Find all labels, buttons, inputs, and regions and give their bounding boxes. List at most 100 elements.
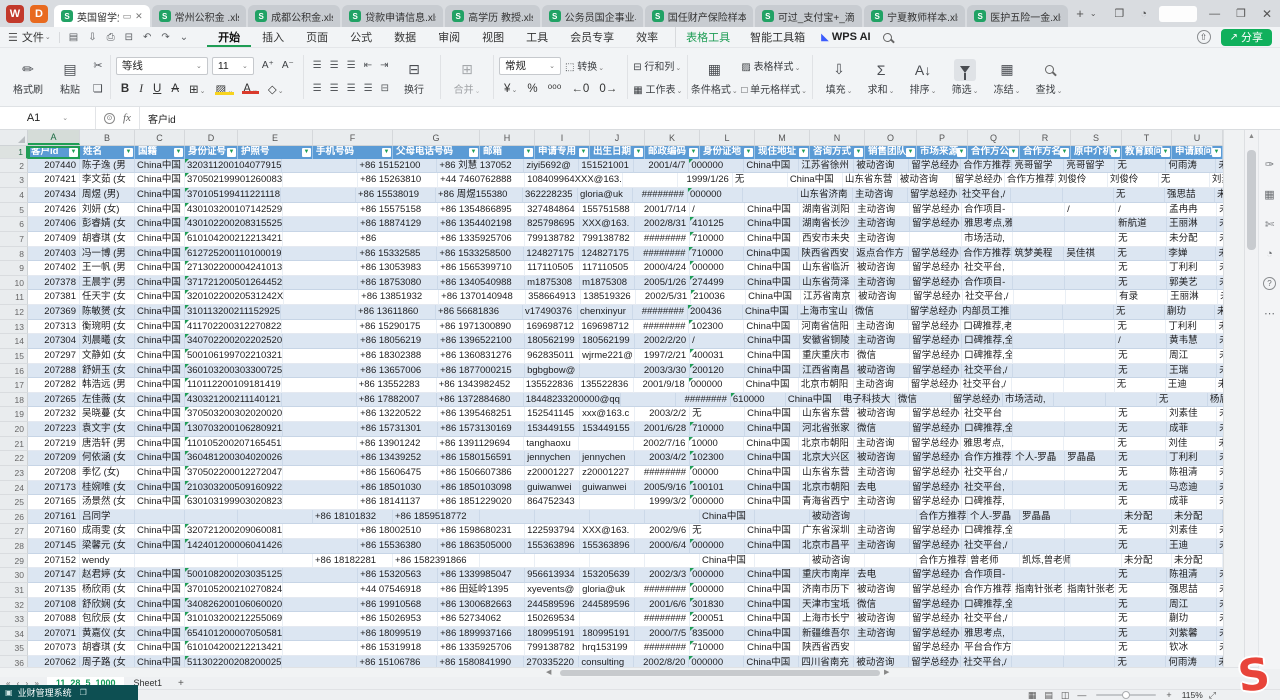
export-icon[interactable]: ⇩: [83, 32, 101, 43]
cell[interactable]: 平台合作方: [962, 641, 1013, 656]
cell[interactable]: 207313: [28, 320, 80, 335]
cell[interactable]: +86 13611860: [356, 305, 436, 320]
cell[interactable]: 207369: [28, 305, 80, 320]
cell[interactable]: 207160: [28, 524, 80, 539]
share-button[interactable]: ↗ 分享: [1221, 29, 1272, 46]
cell[interactable]: China中国: [135, 481, 185, 496]
theme-icon[interactable]: ◔: [1132, 8, 1155, 20]
cell[interactable]: +86 15319918: [358, 641, 438, 656]
cell[interactable]: China中国: [135, 247, 185, 262]
cell[interactable]: 微信: [855, 598, 910, 613]
strikethrough-button[interactable]: A: [166, 83, 184, 95]
cell[interactable]: China中国: [135, 407, 185, 422]
cell[interactable]: [283, 495, 358, 510]
cell[interactable]: ########: [635, 583, 690, 598]
cell[interactable]: 610104200212213421: [185, 232, 283, 247]
cell[interactable]: [1065, 524, 1116, 539]
cell[interactable]: 微信: [855, 422, 910, 437]
cell[interactable]: [1065, 481, 1116, 496]
cell[interactable]: 市场活动,: [1003, 393, 1054, 408]
cell[interactable]: 110105200207165451: [185, 437, 282, 452]
cell[interactable]: 留学总经办: [908, 305, 960, 320]
cell[interactable]: [1012, 437, 1064, 452]
cell[interactable]: 留学总经办: [910, 422, 962, 437]
filter-dropdown-button[interactable]: ▼: [227, 148, 236, 157]
cell[interactable]: +86 15536380: [358, 539, 438, 554]
zoom-out-button[interactable]: —: [1073, 690, 1090, 700]
cell[interactable]: 未分配: [1216, 159, 1223, 174]
cell[interactable]: [283, 583, 358, 598]
cell[interactable]: 500106199702210321: [185, 349, 283, 364]
cell[interactable]: 主动咨询: [855, 466, 910, 481]
cell[interactable]: China中国: [744, 437, 799, 452]
cell[interactable]: 被动咨询: [810, 510, 865, 525]
cell[interactable]: 留学总经办: [953, 173, 1005, 188]
cell[interactable]: 任天宇 (女: [80, 290, 135, 305]
cell[interactable]: [621, 393, 676, 408]
ribbon-tab-审阅[interactable]: 审阅: [427, 27, 471, 47]
cell[interactable]: 117110505: [525, 261, 580, 276]
cell[interactable]: 主动咨询: [855, 203, 910, 218]
cell[interactable]: [1065, 495, 1116, 510]
cell[interactable]: 合作方推荐: [917, 510, 968, 525]
cell[interactable]: 主动咨询: [855, 495, 910, 510]
cell[interactable]: /: [1116, 203, 1167, 218]
cell[interactable]: 000000: [689, 159, 744, 174]
cell[interactable]: China中国: [135, 641, 185, 656]
cell[interactable]: China中国: [744, 159, 799, 174]
cell[interactable]: 370105200210270824: [185, 583, 283, 598]
row-number[interactable]: 29: [0, 554, 28, 569]
cell[interactable]: 207108: [28, 598, 80, 613]
cell[interactable]: 000000: [689, 378, 744, 393]
cell[interactable]: 无: [1116, 641, 1167, 656]
cell[interactable]: 北京市朝阳: [799, 378, 854, 393]
row-number[interactable]: 15: [0, 349, 28, 364]
cell[interactable]: [743, 188, 798, 203]
cell[interactable]: +86 1565399710: [438, 261, 525, 276]
cell[interactable]: [283, 422, 358, 437]
cell[interactable]: +86 田延岭1395: [438, 583, 525, 598]
cell[interactable]: 天津市宝坻: [800, 598, 855, 613]
cell[interactable]: +86 1372884680: [437, 393, 524, 408]
tab-table-tools[interactable]: 表格工具: [676, 29, 740, 45]
layout-icon[interactable]: ❐: [1107, 7, 1133, 20]
cell[interactable]: +86 1300682663: [438, 598, 525, 613]
align-left-icon[interactable]: ☰: [309, 83, 326, 94]
cell[interactable]: 文静如 (女: [80, 349, 135, 364]
row-number[interactable]: 23: [0, 466, 28, 481]
cell[interactable]: 郭美艺: [1167, 276, 1217, 291]
cell[interactable]: 被动咨询: [855, 364, 910, 379]
cell[interactable]: [1063, 305, 1114, 320]
cell[interactable]: 未分配: [1216, 247, 1223, 262]
cell[interactable]: ########: [634, 320, 689, 335]
cell[interactable]: 陈子逸 (男: [80, 159, 135, 174]
cell[interactable]: 留学总经办: [911, 290, 963, 305]
cell[interactable]: +86 15731301: [358, 422, 438, 437]
cell[interactable]: 山东省东营: [800, 466, 855, 481]
filter-dropdown-button[interactable]: ▼: [469, 148, 478, 157]
cell[interactable]: [185, 510, 238, 525]
cell[interactable]: +86 13439252: [358, 451, 438, 466]
cell[interactable]: 无: [1116, 364, 1167, 379]
cell[interactable]: [1065, 641, 1116, 656]
cell[interactable]: 835000: [690, 627, 745, 642]
filter-dropdown-button[interactable]: ▼: [524, 148, 533, 157]
cell[interactable]: 马恋迪: [1167, 481, 1217, 496]
cell[interactable]: 未分配: [1215, 305, 1223, 320]
cell[interactable]: [283, 349, 358, 364]
cell[interactable]: China中国: [786, 393, 841, 408]
eraser-button[interactable]: ◇⌄: [263, 82, 289, 96]
cell[interactable]: +86 1899937166: [438, 627, 525, 642]
cell[interactable]: 无: [1116, 422, 1167, 437]
cell[interactable]: 北京市朝阳: [799, 437, 854, 452]
cell[interactable]: 327484864: [525, 203, 580, 218]
cell[interactable]: 2002/3/3: [635, 568, 690, 583]
cell[interactable]: 陈祖清: [1167, 466, 1217, 481]
cell[interactable]: +86 1851229020: [438, 495, 525, 510]
vertical-scrollbar[interactable]: ▲: [1244, 130, 1258, 669]
cell[interactable]: 被动咨询: [855, 451, 910, 466]
filter-dropdown-button[interactable]: ▼: [174, 148, 183, 157]
cell[interactable]: 200120: [690, 364, 745, 379]
cell[interactable]: 汤景然 (女: [80, 495, 135, 510]
cell[interactable]: [283, 568, 358, 583]
